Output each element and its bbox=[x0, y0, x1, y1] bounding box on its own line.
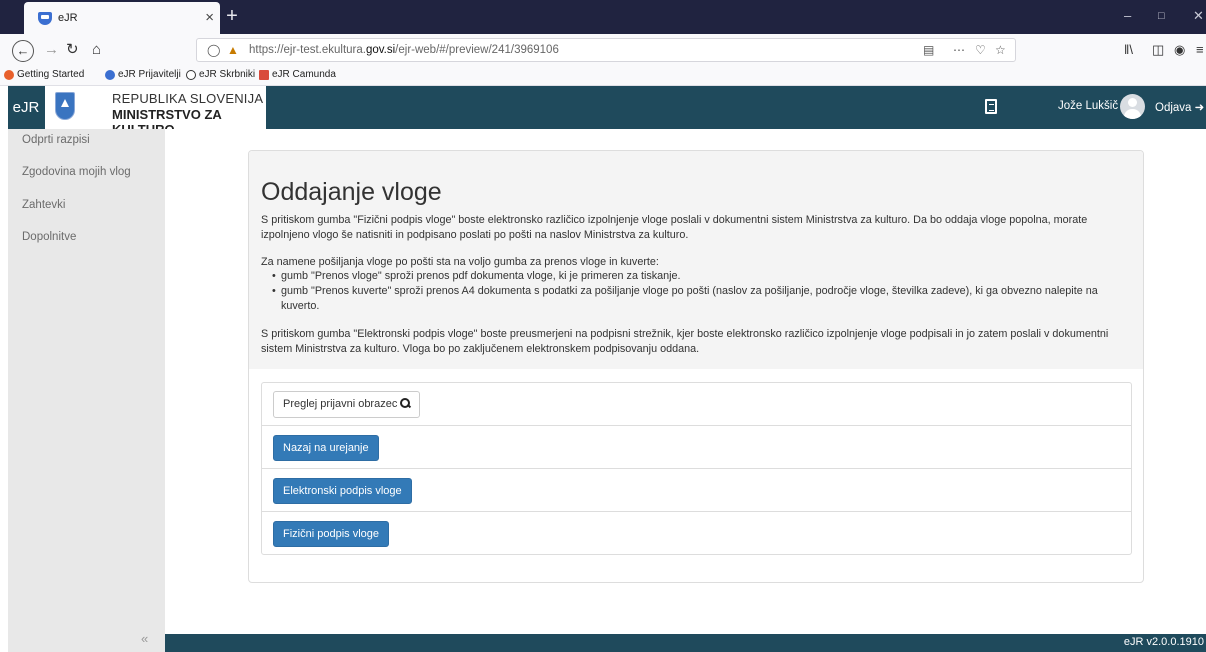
pocket-icon[interactable]: ♡ bbox=[975, 43, 986, 57]
back-icon[interactable]: ← bbox=[12, 40, 34, 62]
sidebar-item-zgodovina[interactable]: Zgodovina mojih vlog bbox=[22, 166, 131, 178]
sidebar-item-odprti-razpisi[interactable]: Odprti razpisi bbox=[22, 134, 90, 146]
browser-tab-bar: eJR × + – □ ✕ bbox=[0, 0, 1206, 34]
menu-icon[interactable]: ≡ bbox=[1196, 41, 1204, 59]
bookmarks-bar: Getting Started eJR Prijavitelji eJR Skr… bbox=[0, 66, 1206, 86]
page-actions-icon[interactable]: ⋯ bbox=[953, 43, 965, 57]
url-bar[interactable]: ◯ ▲ https://ejr-test.ekultura.gov.si/ejr… bbox=[196, 38, 1016, 62]
library-icon[interactable]: ‖\ bbox=[1124, 41, 1133, 59]
list-item: Nazaj na urejanje bbox=[262, 426, 1131, 469]
document-icon[interactable] bbox=[985, 99, 997, 114]
electronic-sign-button[interactable]: Elektronski podpis vloge bbox=[273, 478, 412, 504]
logout-button[interactable]: Odjava ➜ bbox=[1155, 100, 1204, 114]
minimize-icon[interactable]: – bbox=[1124, 8, 1131, 24]
list-item: Elektronski podpis vloge bbox=[262, 469, 1131, 512]
tab-close-icon[interactable]: × bbox=[205, 9, 214, 27]
sidebar-item-zahtevki[interactable]: Zahtevki bbox=[22, 199, 65, 211]
reload-icon[interactable]: ↻ bbox=[66, 41, 79, 59]
info-box: Oddajanje vloge S pritiskom gumba "Fizič… bbox=[249, 151, 1143, 369]
submission-panel: Oddajanje vloge S pritiskom gumba "Fizič… bbox=[248, 150, 1144, 583]
bookmark-star-icon[interactable]: ☆ bbox=[995, 43, 1006, 57]
maximize-icon[interactable]: □ bbox=[1158, 8, 1165, 24]
shield-icon[interactable]: ◯ bbox=[207, 43, 220, 57]
actions-list: Preglej prijavni obrazec Nazaj na urejan… bbox=[261, 382, 1132, 555]
ejr-favicon-icon bbox=[38, 12, 52, 25]
sidebar-item-dopolnitve[interactable]: Dopolnitve bbox=[22, 231, 76, 243]
bookmark-getting-started[interactable]: Getting Started bbox=[4, 69, 84, 80]
back-to-edit-button[interactable]: Nazaj na urejanje bbox=[273, 435, 379, 461]
page-title: Oddajanje vloge bbox=[261, 178, 442, 206]
brand-logo[interactable]: eJR bbox=[8, 86, 44, 129]
avatar[interactable] bbox=[1120, 94, 1145, 119]
version-label: eJR v2.0.0.1910 bbox=[1123, 636, 1204, 648]
info-bullet-2: gumb "Prenos kuverte" sproži prenos A4 d… bbox=[272, 284, 1133, 314]
ministry-logo[interactable]: REPUBLIKA SLOVENIJA MINISTRSTVO ZA KULTU… bbox=[45, 86, 266, 137]
physical-sign-button[interactable]: Fizični podpis vloge bbox=[273, 521, 389, 547]
app-header: eJR REPUBLIKA SLOVENIJA MINISTRSTVO ZA K… bbox=[8, 86, 1206, 137]
app-footer: eJR v2.0.0.1910 bbox=[165, 634, 1206, 652]
camunda-icon bbox=[259, 69, 269, 80]
lock-warning-icon[interactable]: ▲ bbox=[227, 43, 239, 57]
home-icon[interactable]: ⌂ bbox=[92, 41, 101, 59]
info-bullet-1: gumb "Prenos vloge" sproži prenos pdf do… bbox=[272, 269, 1133, 284]
sidebar-collapse-icon[interactable]: « bbox=[141, 631, 148, 646]
list-item: Preglej prijavni obrazec bbox=[262, 383, 1131, 426]
reader-view-icon[interactable]: ▤ bbox=[923, 43, 934, 57]
info-paragraph-3: S pritiskom gumba "Elektronski podpis vl… bbox=[261, 328, 1109, 355]
sidebar: Odprti razpisi Zgodovina mojih vlog Zaht… bbox=[8, 129, 165, 652]
user-name[interactable]: Jože Lukšič bbox=[1058, 100, 1118, 112]
sidebar-toggle-icon[interactable]: ◫ bbox=[1152, 41, 1164, 59]
ministry-line1: REPUBLIKA SLOVENIJA bbox=[112, 91, 264, 106]
slovenia-crest-icon bbox=[55, 92, 75, 120]
search-icon bbox=[400, 398, 411, 408]
info-paragraph-2: Za namene pošiljanja vloge po pošti sta … bbox=[261, 256, 659, 268]
bookmark-ejr-prijavitelji[interactable]: eJR Prijavitelji bbox=[105, 69, 181, 80]
url-text[interactable]: https://ejr-test.ekultura.gov.si/ejr-web… bbox=[249, 44, 559, 56]
ejr-shield-icon bbox=[105, 69, 115, 80]
browser-nav-bar: ← → ↻ ⌂ ◯ ▲ https://ejr-test.ekultura.go… bbox=[0, 34, 1206, 66]
bookmark-ejr-camunda[interactable]: eJR Camunda bbox=[259, 69, 336, 80]
list-item: Fizični podpis vloge bbox=[262, 512, 1131, 555]
forward-icon[interactable]: → bbox=[44, 41, 59, 59]
logout-icon: ➜ bbox=[1194, 102, 1205, 114]
info-paragraph-1: S pritiskom gumba "Fizični podpis vloge"… bbox=[261, 214, 1088, 241]
globe-icon bbox=[186, 69, 196, 80]
account-icon[interactable]: ◉ bbox=[1174, 41, 1185, 59]
firefox-icon bbox=[4, 69, 14, 80]
preview-form-button[interactable]: Preglej prijavni obrazec bbox=[273, 391, 421, 418]
new-tab-button[interactable]: + bbox=[221, 4, 243, 28]
bookmark-ejr-skrbniki[interactable]: eJR Skrbniki bbox=[186, 69, 255, 80]
browser-tab[interactable]: eJR × bbox=[24, 2, 220, 34]
main-content: Oddajanje vloge S pritiskom gumba "Fizič… bbox=[165, 129, 1206, 634]
tab-title: eJR bbox=[58, 12, 78, 24]
window-close-icon[interactable]: ✕ bbox=[1193, 8, 1204, 24]
